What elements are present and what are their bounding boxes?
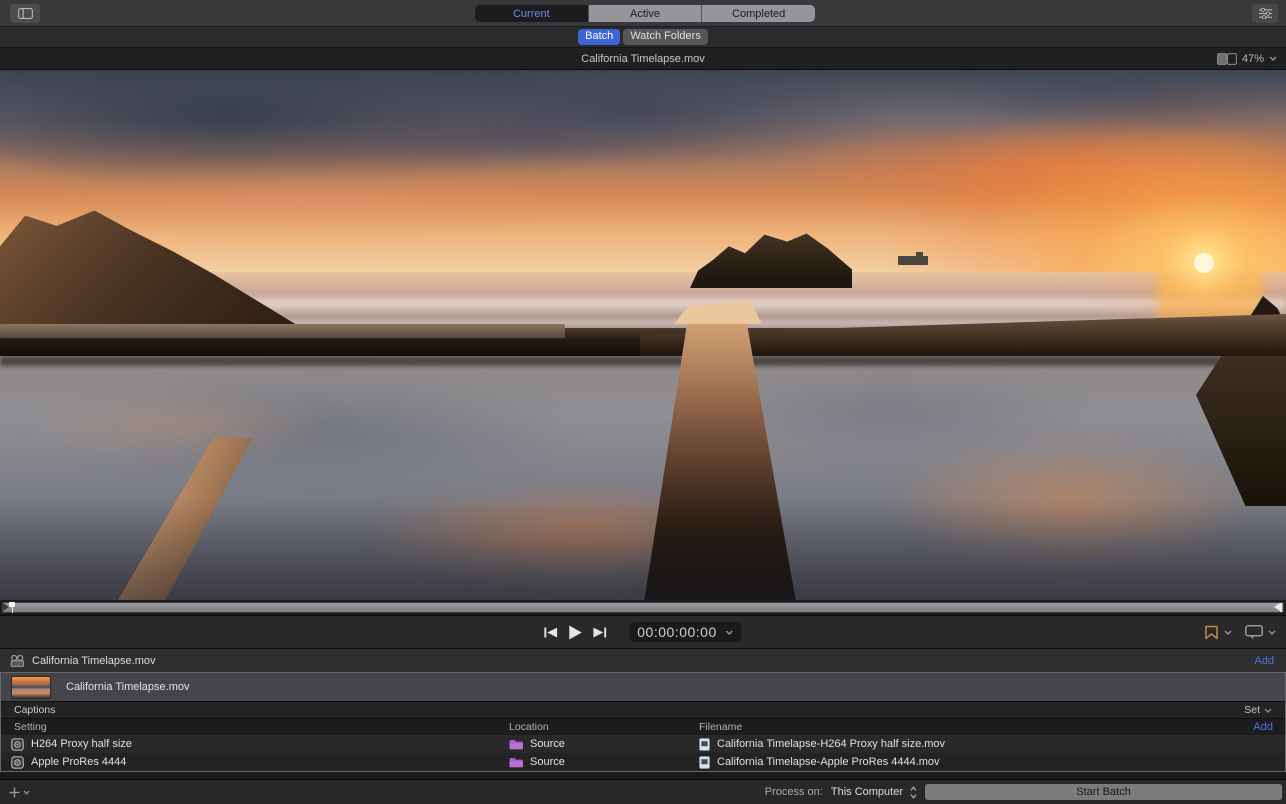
movie-camera-icon <box>10 655 25 667</box>
job-title: California Timelapse.mov <box>32 655 156 667</box>
job-header-row[interactable]: California Timelapse.mov Add <box>0 648 1286 672</box>
chevron-down-icon[interactable] <box>1224 630 1232 635</box>
output-row[interactable]: H264 Proxy half size Source California T… <box>1 735 1285 753</box>
playback-controls: 00:00:00:00 <box>544 616 741 648</box>
process-on-label: Process on: <box>765 786 823 798</box>
footer-bar: Process on: This Computer Start Batch <box>0 779 1286 804</box>
chevron-down-icon <box>23 790 30 795</box>
captions-row[interactable]: Captions Set <box>1 701 1285 718</box>
marker-button[interactable] <box>1204 625 1219 640</box>
previous-frame-button[interactable] <box>544 627 557 638</box>
stepper-icon <box>910 786 917 799</box>
source-thumbnail <box>12 677 50 698</box>
column-setting: Setting <box>1 721 509 733</box>
job-group: California Timelapse.mov Captions Set Se… <box>0 672 1286 772</box>
chevron-down-icon <box>1269 56 1277 61</box>
tab-watch-folders[interactable]: Watch Folders <box>623 29 708 45</box>
setting-icon <box>11 738 24 751</box>
process-on-select[interactable]: This Computer <box>831 786 917 799</box>
tab-batch[interactable]: Batch <box>578 29 620 45</box>
video-preview[interactable] <box>0 70 1286 600</box>
display-overlay-button[interactable] <box>1245 625 1263 640</box>
batch-tabbar: Batch Watch Folders <box>0 27 1286 48</box>
toolbar: Current Active Completed <box>0 0 1286 27</box>
scene-rubble <box>0 324 565 338</box>
timecode-field[interactable]: 00:00:00:00 <box>629 622 741 642</box>
outputs-table-header: Setting Location Filename Add <box>1 718 1285 735</box>
sliders-icon <box>1259 8 1272 19</box>
marker-bookmark-icon <box>1204 625 1219 640</box>
movie-file-icon <box>699 738 710 751</box>
zoom-level-value: 47% <box>1242 53 1264 65</box>
process-on-value: This Computer <box>831 786 903 798</box>
sidebar-icon <box>18 8 33 19</box>
chevron-down-icon <box>726 630 734 635</box>
column-filename: Filename <box>699 721 1253 733</box>
source-name: California Timelapse.mov <box>66 681 190 693</box>
chevron-down-icon[interactable] <box>1268 630 1276 635</box>
sidebar-toggle-button[interactable] <box>10 4 40 23</box>
output-setting: H264 Proxy half size <box>31 738 132 750</box>
timeline-scrubber[interactable] <box>0 600 1286 615</box>
setting-icon <box>11 756 24 769</box>
job-add-link[interactable]: Add <box>1254 655 1274 667</box>
tab-active[interactable]: Active <box>588 5 702 22</box>
outputs-add-link[interactable]: Add <box>1253 721 1273 733</box>
scene-orange-reflection <box>20 392 340 462</box>
footer-right-controls: Process on: This Computer Start Batch <box>765 780 1282 804</box>
preview-title: California Timelapse.mov <box>581 53 705 65</box>
next-frame-icon <box>593 627 606 638</box>
add-output-button[interactable] <box>9 787 30 798</box>
scene-wall-reflection <box>0 356 1286 366</box>
next-frame-button[interactable] <box>593 627 606 638</box>
preview-zoom-control[interactable]: 47% <box>1217 48 1277 69</box>
scene-vignette <box>0 500 1286 600</box>
transport-bar: 00:00:00:00 <box>0 615 1286 648</box>
playhead[interactable] <box>9 602 15 613</box>
output-setting: Apple ProRes 4444 <box>31 756 126 768</box>
plus-icon <box>9 787 20 798</box>
output-filename: California Timelapse-H264 Proxy half siz… <box>717 738 945 750</box>
output-location: Source <box>530 756 565 768</box>
output-row[interactable]: Apple ProRes 4444 Source California Time… <box>1 753 1285 771</box>
tab-current[interactable]: Current <box>475 5 588 22</box>
movie-file-icon <box>699 756 710 769</box>
scene-sun <box>1194 253 1214 273</box>
folder-icon <box>509 757 523 768</box>
inspector-toggle-button[interactable] <box>1252 4 1278 23</box>
previous-frame-icon <box>544 627 557 638</box>
column-location: Location <box>509 721 699 733</box>
preview-extra-controls <box>1204 616 1276 648</box>
play-icon <box>568 625 582 640</box>
captions-set-control[interactable]: Set <box>1244 704 1272 716</box>
start-batch-button[interactable]: Start Batch <box>925 784 1282 800</box>
timecode-value: 00:00:00:00 <box>637 624 716 640</box>
view-segmented-control: Current Active Completed <box>475 5 815 22</box>
play-button[interactable] <box>568 625 582 640</box>
tab-completed[interactable]: Completed <box>701 5 815 22</box>
batch-list-spacer <box>0 772 1286 779</box>
captions-label: Captions <box>14 704 55 716</box>
speech-bubble-icon <box>1245 625 1263 640</box>
scene-ship <box>898 256 928 265</box>
preview-titlebar: California Timelapse.mov 47% <box>0 48 1286 70</box>
output-location: Source <box>530 738 565 750</box>
compare-view-icon <box>1217 53 1237 65</box>
set-label: Set <box>1244 704 1260 716</box>
out-point-marker <box>1273 603 1282 612</box>
chevron-down-icon <box>1264 708 1272 713</box>
source-row-selected[interactable]: California Timelapse.mov <box>1 673 1285 701</box>
scrubber-track[interactable] <box>2 602 1284 613</box>
output-filename: California Timelapse-Apple ProRes 4444.m… <box>717 756 940 768</box>
folder-icon <box>509 739 523 750</box>
